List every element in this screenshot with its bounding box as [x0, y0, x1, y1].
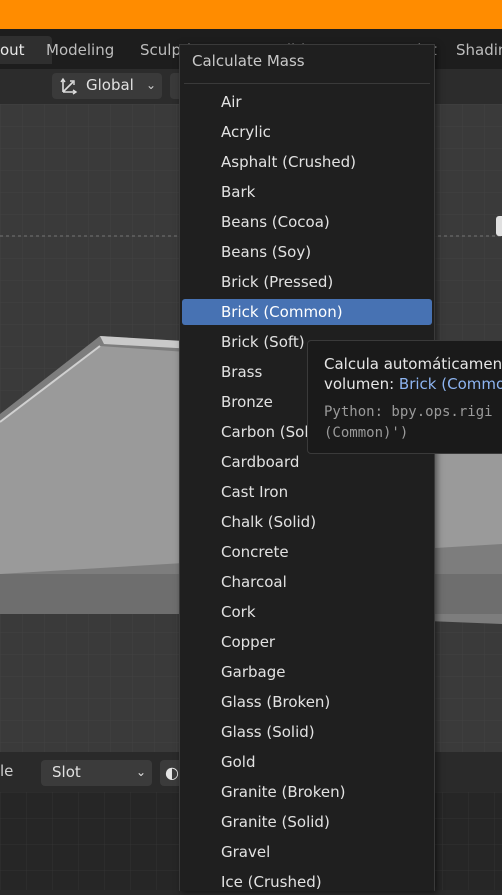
tooltip-python-arg: (Common)') — [324, 425, 409, 441]
menu-item[interactable]: Glass (Solid) — [182, 719, 432, 745]
menu-item[interactable]: Chalk (Solid) — [182, 509, 432, 535]
menu-item-label: Copper — [221, 633, 276, 651]
menu-item-label: Ice (Crushed) — [221, 873, 322, 891]
tooltip-material-line: volumen: Brick (Common — [324, 375, 502, 393]
menu-item-label: Asphalt (Crushed) — [221, 153, 357, 171]
slot-dropdown[interactable]: Slot ⌄ — [41, 760, 152, 786]
menu-item-label: Cast Iron — [221, 483, 289, 501]
menu-item[interactable]: Cork — [182, 599, 432, 625]
menu-item[interactable]: Copper — [182, 629, 432, 655]
menu-item[interactable]: Cast Iron — [182, 479, 432, 505]
sidebar-toggle[interactable] — [496, 216, 502, 236]
tooltip-description: Calcula automáticamente — [324, 355, 502, 373]
menu-item[interactable]: Air — [182, 89, 432, 115]
menu-item[interactable]: Beans (Cocoa) — [182, 209, 432, 235]
menu-item-label: Cork — [221, 603, 256, 621]
menu-item[interactable]: Brick (Pressed) — [182, 269, 432, 295]
menu-item[interactable]: Concrete — [182, 539, 432, 565]
orientation-icon — [60, 77, 78, 95]
menu-item[interactable]: Glass (Broken) — [182, 689, 432, 715]
menu-item[interactable]: Brick (Common) — [182, 299, 432, 325]
menu-item-label: Glass (Broken) — [221, 693, 331, 711]
menu-item-label: Bronze — [221, 393, 273, 411]
tooltip-material-value: Brick (Common — [398, 375, 502, 393]
menu-item-label: Acrylic — [221, 123, 271, 141]
editor-type-label: le — [0, 762, 14, 780]
menu-item-label: Gold — [221, 753, 256, 771]
menu-item-label: Brick (Pressed) — [221, 273, 334, 291]
menu-item[interactable]: Acrylic — [182, 119, 432, 145]
app-top-bar — [0, 0, 502, 29]
menu-item-label: Brick (Common) — [221, 303, 343, 321]
menu-item-label: Brick (Soft) — [221, 333, 305, 351]
material-sphere-icon: ◐ — [165, 763, 179, 782]
menu-item[interactable]: Bark — [182, 179, 432, 205]
tooltip-prefix: volumen: — [324, 375, 395, 393]
menu-item-label: Bark — [221, 183, 256, 201]
menu-item-label: Beans (Soy) — [221, 243, 312, 261]
tab-shading[interactable]: Shading — [446, 36, 502, 64]
menu-item-label: Granite (Solid) — [221, 813, 330, 831]
menu-separator — [184, 83, 430, 84]
tab-modeling[interactable]: Modeling — [36, 36, 124, 64]
menu-item-label: Charcoal — [221, 573, 287, 591]
menu-item[interactable]: Granite (Solid) — [182, 809, 432, 835]
menu-item-label: Glass (Solid) — [221, 723, 315, 741]
chevron-down-icon: ⌄ — [145, 78, 156, 92]
menu-item-label: Brass — [221, 363, 263, 381]
tooltip-python-path: Python: bpy.ops.rigi — [324, 404, 493, 420]
chevron-down-icon: ⌄ — [135, 765, 146, 779]
menu-item-label: Garbage — [221, 663, 286, 681]
menu-item[interactable]: Gravel — [182, 839, 432, 865]
operator-tooltip: Calcula automáticamente volumen: Brick (… — [307, 340, 502, 454]
orientation-label: Global — [86, 76, 134, 94]
menu-item-label: Granite (Broken) — [221, 783, 346, 801]
menu-item[interactable]: Ice (Crushed) — [182, 869, 432, 895]
menu-item[interactable]: Granite (Broken) — [182, 779, 432, 805]
calculate-mass-menu: Calculate Mass Air Acrylic Asphalt (Crushe… — [179, 44, 435, 891]
menu-item-label: Chalk (Solid) — [221, 513, 317, 531]
menu-item-label: Cardboard — [221, 453, 300, 471]
menu-item[interactable]: Asphalt (Crushed) — [182, 149, 432, 175]
menu-item[interactable]: Beans (Soy) — [182, 239, 432, 265]
menu-title: Calculate Mass — [192, 52, 305, 70]
menu-item-label: Gravel — [221, 843, 271, 861]
menu-item-label: Beans (Cocoa) — [221, 213, 330, 231]
menu-item[interactable]: Garbage — [182, 659, 432, 685]
menu-item[interactable]: Gold — [182, 749, 432, 775]
transform-orientation-dropdown[interactable]: Global ⌄ — [52, 73, 162, 99]
menu-item-label: Concrete — [221, 543, 289, 561]
slot-label: Slot — [52, 763, 81, 781]
menu-item[interactable]: Charcoal — [182, 569, 432, 595]
menu-item-label: Air — [221, 93, 242, 111]
